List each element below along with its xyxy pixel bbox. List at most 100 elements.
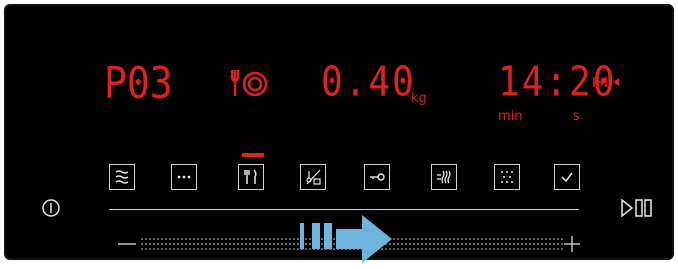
slider-dot xyxy=(261,238,263,240)
slider-dot xyxy=(453,243,455,245)
slider-dot xyxy=(413,238,415,240)
slider-dot xyxy=(237,238,239,240)
slider-dot xyxy=(409,243,411,245)
slider-dot xyxy=(557,243,559,245)
confirm-icon[interactable] xyxy=(554,164,580,190)
slider-dot xyxy=(197,243,199,245)
slider-dot xyxy=(229,238,231,240)
slider-dot xyxy=(521,248,523,250)
slider-dot xyxy=(421,243,423,245)
slider-dot xyxy=(225,243,227,245)
end-time-icon xyxy=(593,74,621,93)
slider-dot xyxy=(201,238,203,240)
slider-dot xyxy=(189,248,191,250)
slider-dot xyxy=(493,243,495,245)
slider-dot xyxy=(509,248,511,250)
slider-dot xyxy=(513,243,515,245)
slider-dot xyxy=(505,248,507,250)
slider-dot xyxy=(453,238,455,240)
slider-dot xyxy=(261,248,263,250)
slider-dot xyxy=(413,243,415,245)
slider-dot xyxy=(425,238,427,240)
slider-dot xyxy=(557,248,559,250)
slider-dot xyxy=(481,238,483,240)
slider-dot xyxy=(441,248,443,250)
slider-dot xyxy=(245,238,247,240)
slider-dot xyxy=(429,238,431,240)
slider-dot xyxy=(521,243,523,245)
slider-dot xyxy=(253,238,255,240)
meat-probe-weight-icon[interactable] xyxy=(300,164,326,190)
slider-dot xyxy=(401,243,403,245)
fast-preheat-icon[interactable] xyxy=(431,164,457,190)
assist-cooking-icon[interactable] xyxy=(238,164,264,190)
slider-dot xyxy=(149,238,151,240)
start-stop-button[interactable] xyxy=(620,197,654,223)
slider-dot xyxy=(169,248,171,250)
slider-dot xyxy=(253,248,255,250)
slider-dot xyxy=(149,248,151,250)
slider-dot xyxy=(273,243,275,245)
slider-dot xyxy=(193,238,195,240)
slider-dot xyxy=(421,238,423,240)
slider-dot xyxy=(265,243,267,245)
slider-dot xyxy=(445,238,447,240)
minutes-unit-label: min xyxy=(498,109,523,124)
slider-dot xyxy=(257,248,259,250)
slider-dot xyxy=(541,243,543,245)
slider-dot xyxy=(549,238,551,240)
cleaning-icon[interactable] xyxy=(494,164,520,190)
slider-dot xyxy=(529,248,531,250)
slider-dot xyxy=(197,248,199,250)
slider-dot xyxy=(441,243,443,245)
slider-dot xyxy=(245,248,247,250)
slider-dot xyxy=(221,243,223,245)
slider-dot xyxy=(169,243,171,245)
power-button[interactable] xyxy=(41,198,61,222)
slider-dot xyxy=(173,238,175,240)
slider-dot xyxy=(217,238,219,240)
slider-dot xyxy=(405,243,407,245)
slider-dot xyxy=(477,248,479,250)
slider-dot xyxy=(545,248,547,250)
slider-dot xyxy=(545,243,547,245)
more-options-icon[interactable] xyxy=(171,164,197,190)
slider-dot xyxy=(145,248,147,250)
slider-dot xyxy=(237,248,239,250)
slider-dot xyxy=(285,248,287,250)
slider-dot xyxy=(489,248,491,250)
slider-dot xyxy=(241,243,243,245)
slider-dot xyxy=(557,238,559,240)
slider-dot xyxy=(229,248,231,250)
slider-swipe-arrow-icon[interactable] xyxy=(300,213,400,269)
slider-dot xyxy=(453,248,455,250)
slider-dot xyxy=(193,248,195,250)
slider-dot xyxy=(529,243,531,245)
slider-dot xyxy=(505,243,507,245)
slider-dot xyxy=(157,238,159,240)
slider-dot xyxy=(241,238,243,240)
slider-dot xyxy=(457,243,459,245)
slider-dot xyxy=(201,243,203,245)
slider-dot xyxy=(185,243,187,245)
slider-dot xyxy=(429,248,431,250)
slider-dot xyxy=(189,243,191,245)
slider-dot xyxy=(509,243,511,245)
slider-dot xyxy=(505,238,507,240)
slider-dot xyxy=(217,248,219,250)
dish-plate-icon xyxy=(230,66,269,104)
slider-dot xyxy=(157,243,159,245)
slider-dot xyxy=(225,238,227,240)
slider-dot xyxy=(173,243,175,245)
slider-dot xyxy=(513,238,515,240)
child-lock-icon[interactable] xyxy=(364,164,390,190)
slider-dot xyxy=(233,238,235,240)
slider-dot xyxy=(405,248,407,250)
slider-dot xyxy=(441,238,443,240)
slider-dot xyxy=(181,238,183,240)
slider-dot xyxy=(473,248,475,250)
slider-dot xyxy=(297,243,299,245)
rapid-heat-icon[interactable] xyxy=(109,164,135,190)
slider-dot xyxy=(437,238,439,240)
slider-dot xyxy=(553,248,555,250)
